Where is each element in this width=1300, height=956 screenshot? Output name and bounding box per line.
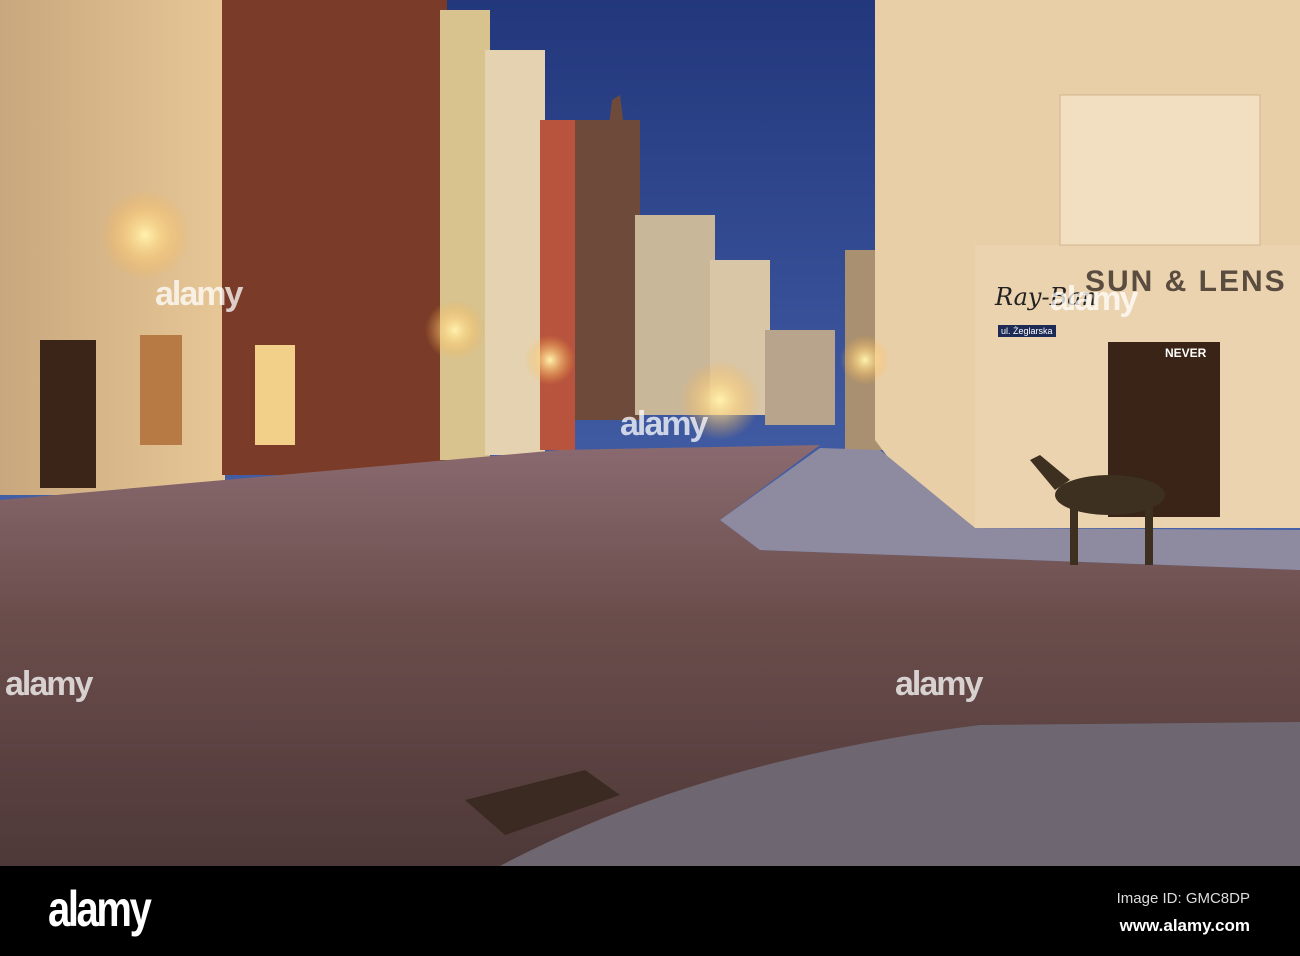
poster-text: NEVER — [1165, 346, 1207, 360]
shop-window — [255, 345, 295, 445]
watermark: alamy — [620, 405, 708, 443]
building — [485, 50, 545, 455]
footer-bar: alamy Image ID: GMC8DP www.alamy.com — [0, 866, 1300, 956]
window — [140, 335, 182, 445]
street-sign: ul. Żeglarska — [998, 325, 1056, 337]
watermark: alamy — [5, 665, 93, 703]
building — [440, 10, 490, 460]
building — [540, 120, 575, 450]
stock-photo: Ray-Ban SUN & LENS ul. Żeglarska NEVER a… — [0, 0, 1300, 956]
watermark: alamy — [895, 665, 983, 703]
watermark: alamy — [1050, 280, 1138, 318]
gothic-building — [575, 120, 640, 420]
watermark: alamy — [155, 275, 243, 313]
alamy-logo: alamy — [48, 881, 152, 937]
building — [765, 330, 835, 425]
image-id: Image ID: GMC8DP — [1116, 890, 1250, 907]
door — [40, 340, 96, 488]
website-link[interactable]: www.alamy.com — [1120, 916, 1250, 936]
